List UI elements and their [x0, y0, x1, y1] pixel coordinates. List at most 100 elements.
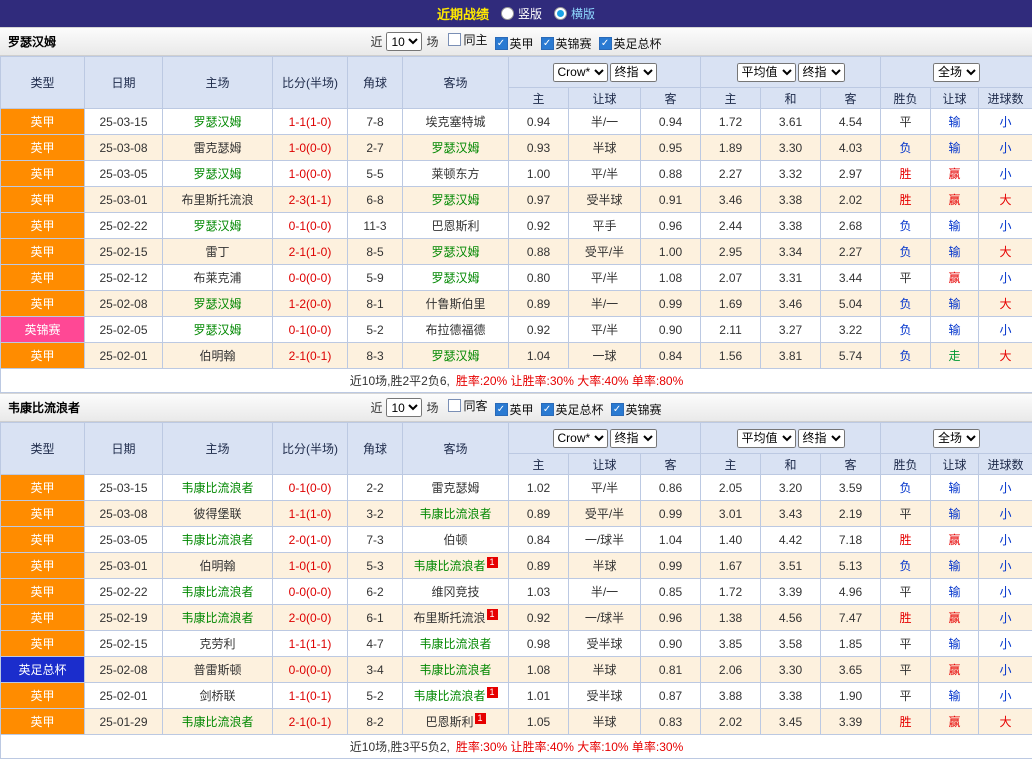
euro-time-select[interactable]: 终指: [798, 429, 845, 448]
team-link[interactable]: 韦康比流浪者: [181, 611, 253, 625]
team-cell[interactable]: 罗瑟汉姆: [403, 135, 509, 161]
team-cell[interactable]: 罗瑟汉姆: [163, 161, 273, 187]
filter-checkbox[interactable]: ✓英甲: [495, 401, 534, 418]
team-link[interactable]: 什鲁斯伯里: [425, 297, 485, 311]
checkbox-checked-icon[interactable]: ✓: [541, 37, 554, 50]
team-link[interactable]: 雷克瑟姆: [193, 141, 241, 155]
team-cell[interactable]: 剑桥联: [163, 683, 273, 709]
team-cell[interactable]: 布里斯托流浪: [163, 187, 273, 213]
layout-horizontal-option[interactable]: 横版: [554, 5, 595, 22]
team-link[interactable]: 布莱克浦: [193, 271, 241, 285]
league-badge-cell[interactable]: 英甲: [1, 501, 85, 527]
team-link[interactable]: 罗瑟汉姆: [193, 219, 241, 233]
team-link[interactable]: 韦康比流浪者: [419, 663, 491, 677]
score-cell[interactable]: 1-0(1-0): [273, 553, 348, 579]
score-cell[interactable]: 0-1(0-0): [273, 475, 348, 501]
league-badge-cell[interactable]: 英甲: [1, 475, 85, 501]
team-link[interactable]: 韦康比流浪者: [413, 559, 485, 573]
team-cell[interactable]: 韦康比流浪者1: [403, 683, 509, 709]
score-cell[interactable]: 2-1(1-0): [273, 239, 348, 265]
team-cell[interactable]: 雷克瑟姆: [163, 135, 273, 161]
league-badge-cell[interactable]: 英甲: [1, 291, 85, 317]
team-cell[interactable]: 罗瑟汉姆: [163, 317, 273, 343]
team-link[interactable]: 克劳利: [199, 637, 235, 651]
checkbox-unchecked-icon[interactable]: [448, 33, 461, 46]
team-cell[interactable]: 雷丁: [163, 239, 273, 265]
team-link[interactable]: 伯明翰: [199, 349, 235, 363]
team-link[interactable]: 雷克瑟姆: [431, 481, 479, 495]
team-link[interactable]: 伯顿: [443, 533, 467, 547]
score-cell[interactable]: 1-2(0-0): [273, 291, 348, 317]
euro-source-select[interactable]: 平均值: [737, 429, 796, 448]
score-cell[interactable]: 1-0(0-0): [273, 135, 348, 161]
team-link[interactable]: 巴恩斯利: [431, 219, 479, 233]
league-badge-cell[interactable]: 英甲: [1, 265, 85, 291]
team-link[interactable]: 罗瑟汉姆: [431, 245, 479, 259]
team-cell[interactable]: 韦康比流浪者: [403, 631, 509, 657]
score-cell[interactable]: 1-1(1-1): [273, 631, 348, 657]
score-cell[interactable]: 2-1(0-1): [273, 343, 348, 369]
team-link[interactable]: 布里斯托流浪: [181, 193, 253, 207]
league-badge-cell[interactable]: 英甲: [1, 161, 85, 187]
team-link[interactable]: 罗瑟汉姆: [431, 271, 479, 285]
team-cell[interactable]: 布里斯托流浪1: [403, 605, 509, 631]
team-link[interactable]: 韦康比流浪者: [181, 715, 253, 729]
team-cell[interactable]: 莱顿东方: [403, 161, 509, 187]
league-badge-cell[interactable]: 英甲: [1, 213, 85, 239]
league-badge-cell[interactable]: 英甲: [1, 605, 85, 631]
team-link[interactable]: 埃克塞特城: [425, 115, 485, 129]
league-badge-cell[interactable]: 英足总杯: [1, 657, 85, 683]
match-count-select[interactable]: 10: [386, 32, 422, 51]
score-cell[interactable]: 2-0(0-0): [273, 605, 348, 631]
team-link[interactable]: 韦康比流浪者: [181, 481, 253, 495]
filter-checkbox[interactable]: ✓英锦赛: [541, 35, 592, 52]
radio-horizontal-icon[interactable]: [554, 7, 567, 20]
league-badge-cell[interactable]: 英甲: [1, 553, 85, 579]
team-link[interactable]: 罗瑟汉姆: [193, 297, 241, 311]
checkbox-checked-icon[interactable]: ✓: [611, 403, 624, 416]
team-link[interactable]: 彼得堡联: [193, 507, 241, 521]
checkbox-checked-icon[interactable]: ✓: [495, 403, 508, 416]
euro-time-select[interactable]: 终指: [798, 63, 845, 82]
league-badge-cell[interactable]: 英锦赛: [1, 317, 85, 343]
team-link[interactable]: 韦康比流浪者: [181, 533, 253, 547]
team-cell[interactable]: 雷克瑟姆: [403, 475, 509, 501]
checkbox-checked-icon[interactable]: ✓: [541, 403, 554, 416]
team-cell[interactable]: 彼得堡联: [163, 501, 273, 527]
team-cell[interactable]: 埃克塞特城: [403, 109, 509, 135]
team-cell[interactable]: 罗瑟汉姆: [403, 239, 509, 265]
team-cell[interactable]: 罗瑟汉姆: [163, 109, 273, 135]
filter-checkbox[interactable]: ✓英甲: [495, 35, 534, 52]
league-badge-cell[interactable]: 英甲: [1, 109, 85, 135]
team-cell[interactable]: 布莱克浦: [163, 265, 273, 291]
team-cell[interactable]: 韦康比流浪者: [163, 579, 273, 605]
team-link[interactable]: 普雷斯顿: [193, 663, 241, 677]
checkbox-checked-icon[interactable]: ✓: [495, 37, 508, 50]
team-cell[interactable]: 普雷斯顿: [163, 657, 273, 683]
team-link[interactable]: 布拉德福德: [425, 323, 485, 337]
layout-vertical-option[interactable]: 竖版: [501, 5, 542, 22]
euro-source-select[interactable]: 平均值: [737, 63, 796, 82]
score-cell[interactable]: 2-3(1-1): [273, 187, 348, 213]
checkbox-checked-icon[interactable]: ✓: [599, 37, 612, 50]
team-link[interactable]: 雷丁: [205, 245, 229, 259]
asia-time-select[interactable]: 终指: [610, 429, 657, 448]
asia-source-select[interactable]: Crow*: [553, 429, 608, 448]
team-cell[interactable]: 巴恩斯利1: [403, 709, 509, 735]
team-link[interactable]: 布里斯托流浪: [413, 611, 485, 625]
league-badge-cell[interactable]: 英甲: [1, 343, 85, 369]
team-cell[interactable]: 巴恩斯利: [403, 213, 509, 239]
team-cell[interactable]: 罗瑟汉姆: [403, 265, 509, 291]
team-link[interactable]: 莱顿东方: [431, 167, 479, 181]
team-link[interactable]: 罗瑟汉姆: [431, 349, 479, 363]
team-link[interactable]: 罗瑟汉姆: [193, 115, 241, 129]
team-cell[interactable]: 韦康比流浪者: [163, 527, 273, 553]
team-link[interactable]: 罗瑟汉姆: [193, 323, 241, 337]
team-cell[interactable]: 韦康比流浪者: [163, 475, 273, 501]
league-badge-cell[interactable]: 英甲: [1, 527, 85, 553]
team-link[interactable]: 韦康比流浪者: [419, 637, 491, 651]
team-link[interactable]: 韦康比流浪者: [181, 585, 253, 599]
team-cell[interactable]: 什鲁斯伯里: [403, 291, 509, 317]
score-cell[interactable]: 1-1(1-0): [273, 109, 348, 135]
team-cell[interactable]: 罗瑟汉姆: [403, 187, 509, 213]
